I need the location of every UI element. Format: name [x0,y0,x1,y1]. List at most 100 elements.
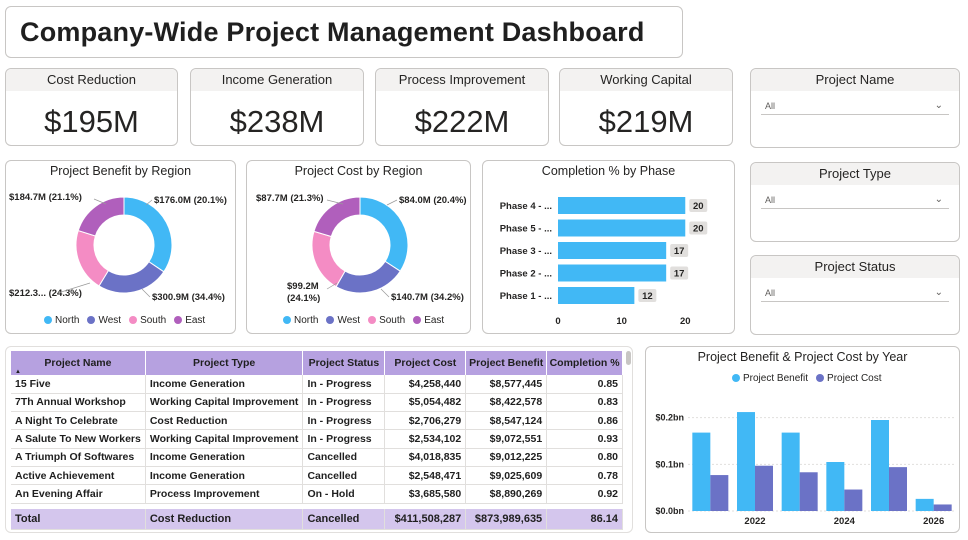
table-cell: 0.78 [546,466,623,486]
kpi-value: $219M [598,104,694,139]
benefit-bar[interactable] [826,462,845,511]
visual-title: Project Benefit & Project Cost by Year [697,350,908,364]
legend-item-south[interactable]: South [129,315,166,326]
table-cell: Active Achievement [11,466,146,486]
column-header-completion[interactable]: Completion % [546,351,623,375]
kpi-value: $195M [44,104,139,139]
kpi-card-process-improvement[interactable]: Process Improvement $222M [375,68,549,146]
label-west: $212.3... (24.3%) [9,288,82,299]
legend-item-west[interactable]: West [326,315,360,326]
legend-item-south[interactable]: South [368,315,405,326]
table-row[interactable]: A Salute To New Workers Working Capital I… [11,429,623,449]
table-cell: 0.92 [546,484,623,504]
column-header-project-status[interactable]: Project Status [302,351,386,375]
benefit-cost-by-year-visual[interactable]: Project Benefit & Project Cost by Year P… [645,346,960,533]
table-total-row: Total Cost Reduction Cancelled $411,508,287… [11,509,623,530]
cost-bar[interactable] [933,504,952,511]
label-east: $176.0M (20.1%) [154,195,227,206]
table-cell: A Triumph Of Softwares [11,448,146,467]
legend-item-east[interactable]: East [413,315,444,326]
table-row[interactable]: Active Achievement Income Generation Cance… [11,466,623,486]
cost-by-region-visual[interactable]: Project Cost by Region $87.7M (21.3%) $8… [246,160,471,334]
benefit-bar[interactable] [781,432,800,511]
chevron-down-icon[interactable]: ⌄ [935,191,943,209]
project-table-visual[interactable]: Project Name ▲ Project Type Project Statu… [5,346,633,533]
donut-slice-west[interactable] [98,261,165,294]
table-cell: $9,072,551 [465,429,548,449]
legend-item-project-benefit[interactable]: Project Benefit [732,373,808,384]
table-cell: $2,706,279 [384,411,467,431]
kpi-card-cost-reduction[interactable]: Cost Reduction $195M [5,68,178,146]
cost-bar[interactable] [710,475,729,511]
cost-bar[interactable] [889,467,907,511]
visual-title: Completion % by Phase [541,164,676,178]
x-tick-label: 2022 [744,516,765,527]
donut-slice-north[interactable] [123,196,173,273]
label-west-value: $99.2M [287,281,319,292]
legend-label: Project Cost [827,373,882,384]
project-name-dropdown[interactable]: All ⌄ [761,97,949,115]
donut-slice-north[interactable] [359,196,409,272]
table-cell: 0.93 [546,429,623,449]
legend-item-west[interactable]: West [87,315,121,326]
column-header-project-cost[interactable]: Project Cost [384,351,467,375]
phase-bar[interactable] [558,287,635,304]
project-status-dropdown[interactable]: All ⌄ [761,284,949,302]
legend-item-project-cost[interactable]: Project Cost [816,373,882,384]
table-cell: 15 Five [11,375,146,394]
kpi-card-working-capital[interactable]: Working Capital $219M [559,68,733,146]
column-header-project-benefit[interactable]: Project Benefit [465,351,548,375]
benefit-bar[interactable] [737,412,755,511]
table-cell: Cancelled [302,466,386,486]
table-header-row: Project Name ▲ Project Type Project Statu… [11,351,623,375]
chevron-down-icon[interactable]: ⌄ [935,284,943,302]
label-south: $184.7M (21.1%) [9,192,82,203]
table-row[interactable]: 15 Five Income Generation In - Progress $4,… [11,375,623,394]
legend-item-north[interactable]: North [283,315,318,326]
slicer-project-type: Project Type All ⌄ [750,162,960,242]
y-tick-label: $0.1bn [655,459,684,469]
cost-bar[interactable] [844,489,863,511]
x-tick-label: 0 [555,316,560,327]
completion-by-phase-visual[interactable]: Completion % by Phase Phase 4 - ... 20 Pha… [482,160,735,334]
cost-bar[interactable] [799,472,818,511]
table-scrollbar[interactable] [626,351,631,365]
phase-bar[interactable] [558,242,667,259]
benefit-bar[interactable] [915,498,934,511]
y-tick-label: $0.2bn [655,413,684,423]
phase-bar[interactable] [558,264,667,282]
benefit-bar[interactable] [871,420,889,511]
donut-slice-west[interactable] [335,260,401,294]
benefit-by-region-visual[interactable]: Project Benefit by Region $184.7M (21.1%… [5,160,236,334]
total-cell: Cancelled [302,509,386,530]
phase-label: Phase 2 - ... [500,269,552,280]
sort-ascending-icon[interactable]: ▲ [15,369,21,375]
phase-label: Phase 4 - ... [500,201,552,212]
benefit-bar[interactable] [692,432,711,511]
table-row[interactable]: A Triumph Of Softwares Income Generation C… [11,448,623,467]
donut-slice-south[interactable] [75,229,110,287]
table-cell: In - Progress [302,393,386,413]
cost-bar[interactable] [755,465,773,511]
column-header-project-type[interactable]: Project Type [145,351,304,375]
column-header-project-name[interactable]: Project Name ▲ [11,351,146,375]
donut-slice-east[interactable] [77,196,125,237]
slicer-title: Project Name [751,69,959,91]
table-row[interactable]: A Night To Celebrate Cost Reduction In - P… [11,411,623,431]
table-cell: An Evening Affair [11,484,146,504]
legend-item-east[interactable]: East [174,315,205,326]
phase-label: Phase 1 - ... [500,291,552,302]
phase-bar[interactable] [558,197,686,214]
project-type-dropdown[interactable]: All ⌄ [761,191,949,209]
phase-label: Phase 5 - ... [500,224,552,235]
legend-item-north[interactable]: North [44,315,79,326]
table-row[interactable]: 7Th Annual Workshop Working Capital Impro… [11,393,623,413]
table-cell: $3,685,580 [384,484,467,504]
title-card: Company-Wide Project Management Dashboar… [5,6,683,58]
chevron-down-icon[interactable]: ⌄ [935,97,943,115]
kpi-card-income-generation[interactable]: Income Generation $238M [190,68,364,146]
donut-slice-south[interactable] [311,230,346,288]
phase-bar[interactable] [558,219,686,237]
visual-title: Project Cost by Region [294,164,423,178]
table-row[interactable]: An Evening Affair Process Improvement On -… [11,484,623,504]
